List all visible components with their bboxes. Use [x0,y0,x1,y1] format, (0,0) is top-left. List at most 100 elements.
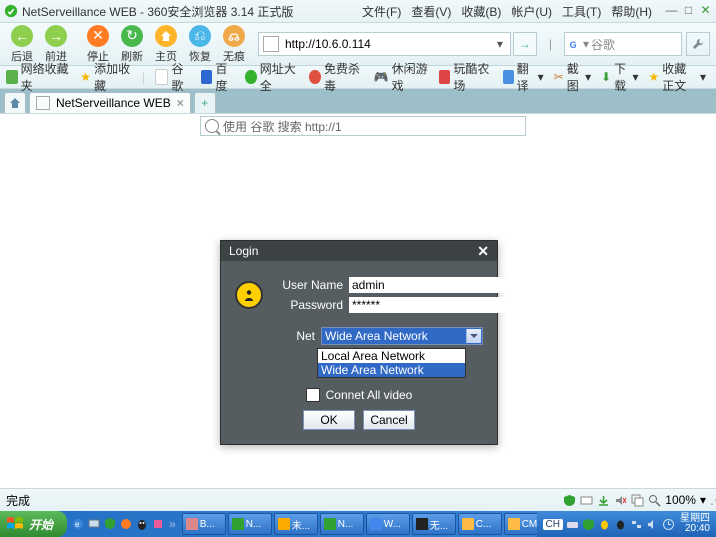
incognito-button[interactable]: 无痕 [218,25,250,64]
net-option-lan[interactable]: Local Area Network [318,349,465,363]
login-title: Login [229,244,258,258]
ime-icon[interactable]: CH [543,519,563,530]
tab-close-icon[interactable]: × [177,96,184,110]
bookmark-add[interactable]: ★添加收藏 [80,60,132,94]
ql-tool-icon[interactable] [151,517,165,531]
address-bar[interactable]: ▾ [258,32,511,56]
minimize-button[interactable]: — [665,3,678,16]
connect-all-checkbox[interactable] [306,388,320,402]
restore-button[interactable]: ⎌恢复 [184,25,216,64]
ql-expand-icon[interactable]: » [167,517,178,531]
bookmark-farm[interactable]: 玩酷农场 [439,60,493,94]
bookmark-games[interactable]: 🎮休闲游戏 [374,60,429,94]
bookmark-antivirus[interactable]: 免费杀毒 [309,60,363,94]
login-badge-icon [235,281,263,309]
connect-all-label: Connet All video [326,388,413,402]
close-button[interactable]: ✕ [699,3,712,16]
shield-icon[interactable] [563,494,576,507]
window-titlebar: NetServeillance WEB - 360安全浏览器 3.14 正式版 … [0,0,716,23]
quick-launch: e » [71,517,178,531]
menu-help[interactable]: 帮助(H) [611,3,652,20]
start-button[interactable]: 开始 [0,511,67,537]
resize-grip-icon[interactable]: ⋰ [710,493,716,507]
page-search-box[interactable]: 使用 谷歌 搜索 http://1 [200,116,526,136]
tray-shield-icon[interactable] [582,518,595,531]
username-input[interactable] [349,277,510,293]
url-dropdown-icon[interactable]: ▾ [494,37,506,51]
tray-qq2-icon[interactable] [614,518,627,531]
ad-icon[interactable] [580,494,593,507]
connect-all-row: Connet All video [235,388,483,402]
save-article-button[interactable]: ★收藏正文▾ [649,60,706,94]
menu-view[interactable]: 查看(V) [411,3,451,20]
window-controls: — □ ✕ [665,3,712,16]
tab-active[interactable]: NetServeillance WEB × [29,92,191,113]
ql-shield-icon[interactable] [103,517,117,531]
tray-clock-icon[interactable] [662,518,675,531]
menu-tools[interactable]: 工具(T) [562,3,601,20]
menu-account[interactable]: 帐户(U) [511,3,552,20]
stop-button[interactable]: ✕停止 [82,25,114,64]
menu-favorites[interactable]: 收藏(B) [461,3,501,20]
maximize-button[interactable]: □ [682,3,695,16]
ql-ie-icon[interactable]: e [71,517,85,531]
bookmark-baidu[interactable]: 百度 [201,60,235,94]
go-button[interactable]: → [513,32,537,56]
screenshot-button[interactable]: ✂截图▾ [554,60,591,94]
tray-keyboard-icon[interactable] [566,518,579,531]
net-option-wan[interactable]: Wide Area Network [318,363,465,377]
wrench-icon [691,37,705,51]
task-item[interactable]: B... [182,513,226,535]
new-tab-button[interactable]: + [194,92,216,113]
zoom-icon[interactable] [648,494,661,507]
tray-qq-icon[interactable] [598,518,611,531]
search-box[interactable]: G ▾ 谷歌 [564,32,682,56]
window-title: NetServeillance WEB - 360安全浏览器 3.14 正式版 [22,3,293,20]
ql-qq-icon[interactable] [135,517,149,531]
popup-icon[interactable] [631,494,644,507]
download-button[interactable]: ⬇下载▾ [601,60,638,94]
menu-file[interactable]: 文件(F) [362,3,401,20]
download-mini-icon[interactable] [597,494,610,507]
task-item[interactable]: C... [458,513,502,535]
bookmark-google[interactable]: 谷歌 [155,60,191,94]
cancel-button[interactable]: Cancel [363,410,415,430]
bookmark-netfav[interactable]: 网络收藏夹 [6,60,70,94]
task-item[interactable]: N... [320,513,364,535]
bookmark-sites[interactable]: 网址大全 [245,60,299,94]
google-icon: G [568,38,581,51]
tab-home-button[interactable] [4,92,26,113]
forward-button[interactable]: →前进 [40,25,72,64]
tray-vol-icon[interactable] [646,518,659,531]
status-bar: 完成 100%▾ ⋰ [0,488,716,511]
page-content: 使用 谷歌 搜索 http://1 Login ✕ User Name Pass… [0,113,716,512]
refresh-button[interactable]: ↻刷新 [116,25,148,64]
tray-clock[interactable]: 星期四 20:40 [680,514,710,534]
search-icon [205,119,219,133]
login-dialog: Login ✕ User Name Password [220,240,498,445]
wrench-button[interactable] [686,32,710,56]
mute-icon[interactable] [614,494,627,507]
taskbar-tasks: B... N... 未... N... W... 无... C... CMS G… [182,513,537,535]
task-item[interactable]: 未... [274,513,318,535]
task-item[interactable]: W... [366,513,410,535]
url-input[interactable] [283,36,494,52]
dialog-buttons: OK Cancel [235,410,483,430]
task-item[interactable]: CMS [504,513,537,535]
password-input[interactable] [349,297,510,313]
tray-net-icon[interactable] [630,518,643,531]
login-header[interactable]: Login ✕ [221,241,497,261]
task-item[interactable]: N... [228,513,272,535]
translate-button[interactable]: 翻译▾ [503,60,544,94]
svg-text:e: e [75,520,80,529]
username-label: User Name [267,278,349,292]
ok-button[interactable]: OK [303,410,355,430]
home-button[interactable]: 主页 [150,25,182,64]
task-item[interactable]: 无... [412,513,456,535]
ql-desktop-icon[interactable] [87,517,101,531]
net-select[interactable]: Wide Area Network [321,327,483,345]
chevron-down-icon [466,329,481,343]
ql-globe-icon[interactable] [119,517,133,531]
dialog-close-icon[interactable]: ✕ [477,243,489,260]
back-button[interactable]: ←后退 [6,25,38,64]
